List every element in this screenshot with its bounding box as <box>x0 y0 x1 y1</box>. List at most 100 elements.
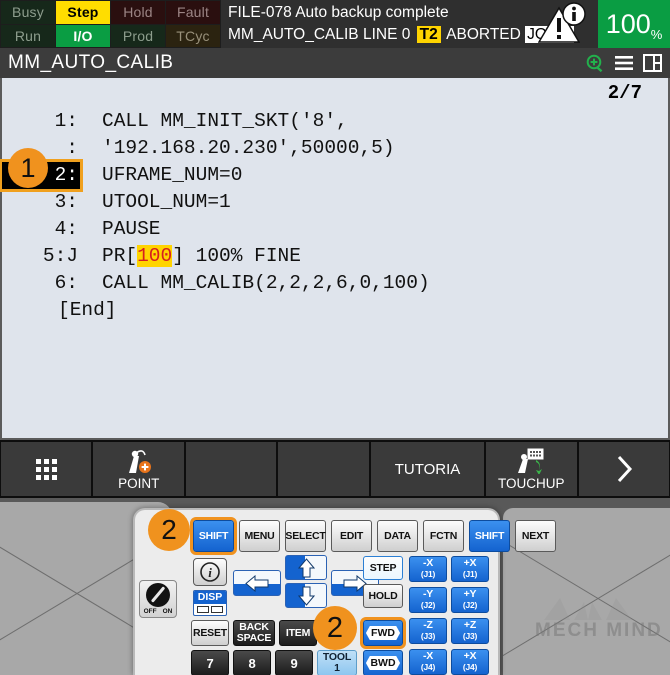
override-value: 100 <box>605 8 651 39</box>
jog-main-label: -X <box>422 557 434 569</box>
softkey-touchup[interactable]: TOUCHUP <box>486 442 577 496</box>
program-line-selected[interactable]: 2: UFRAME_NUM=0 <box>0 159 670 192</box>
softkey-point[interactable]: POINT <box>93 442 184 496</box>
key-edit[interactable]: EDIT <box>331 520 372 552</box>
key-jog-plus-x[interactable]: +X (J1) <box>451 556 489 582</box>
status-hold: Hold <box>111 1 165 24</box>
split-panel-icon[interactable] <box>643 54 662 72</box>
line-content: UFRAME_NUM=0 <box>102 164 243 186</box>
key-step[interactable]: STEP <box>363 556 403 580</box>
program-editor[interactable]: 2/7 1: CALL MM_INIT_SKT('8', : '192.168.… <box>0 78 670 440</box>
program-line[interactable]: 6: CALL MM_CALIB(2,2,2,6,0,100) <box>2 270 670 297</box>
program-line[interactable]: 3: UTOOL_NUM=1 <box>2 189 670 216</box>
status-io: I/O <box>56 24 110 47</box>
key-shift-left[interactable]: SHIFT <box>190 517 237 555</box>
message-program-line: MM_AUTO_CALIB LINE 0 <box>228 26 415 43</box>
message-aborted: ABORTED <box>442 26 526 43</box>
softkey-tutorial[interactable]: TUTORIA <box>370 442 485 496</box>
annotation-bubble-2-shift: 2 <box>148 509 190 551</box>
softkey-empty-1[interactable] <box>185 442 277 496</box>
key-jog-plus-y[interactable]: +Y (J2) <box>451 587 489 613</box>
key-backspace-label-2: SPACE <box>236 632 272 644</box>
line-number: 4: <box>54 218 78 240</box>
key-backspace[interactable]: BACK SPACE <box>233 620 275 646</box>
key-item[interactable]: ITEM <box>279 620 317 646</box>
jog-main-label: +X <box>463 557 477 569</box>
key-arrow-left[interactable] <box>233 570 281 596</box>
key-item-label: ITEM <box>285 626 311 639</box>
key-reset-label: RESET <box>192 626 227 639</box>
program-line[interactable]: 5:J PR[100] 100% FINE <box>2 243 670 270</box>
status-bar: Busy Step Hold Fault Run I/O Prod TCyc F… <box>0 0 670 48</box>
key-disp-label: DISP <box>194 591 226 604</box>
svg-text:i: i <box>208 565 212 580</box>
jog-main-label: -Z <box>423 619 433 631</box>
softkey-grid[interactable] <box>1 442 92 496</box>
jog-sub-label: (J4) <box>420 662 436 672</box>
key-arrow-up[interactable] <box>285 555 327 580</box>
key-disp[interactable]: DISP <box>193 590 227 616</box>
key-jog-plus-z[interactable]: +Z (J3) <box>451 618 489 644</box>
message-box[interactable]: FILE-078 Auto backup complete MM_AUTO_CA… <box>221 0 598 48</box>
program-line[interactable]: : '192.168.20.230',50000,5) <box>2 135 670 162</box>
jog-main-label: +Z <box>463 619 477 631</box>
key-hold[interactable]: HOLD <box>363 584 403 608</box>
jog-main-label: -X <box>422 650 434 662</box>
key-hold-label: HOLD <box>368 589 398 602</box>
position-register-value[interactable]: 100 <box>137 245 173 267</box>
deadman-knob[interactable]: OFF ON <box>139 580 177 618</box>
program-end-marker-row: [End] <box>2 297 670 324</box>
line-content: UTOOL_NUM=1 <box>102 191 231 213</box>
key-info[interactable]: i <box>193 558 227 586</box>
title-bar: MM_AUTO_CALIB <box>0 48 670 78</box>
key-jog-minus-x[interactable]: -X (J1) <box>409 556 447 582</box>
key-num-7[interactable]: 7 <box>191 650 229 675</box>
key-num-8[interactable]: 8 <box>233 650 271 675</box>
key-fctn-label: FCTN <box>429 529 458 542</box>
key-num-9[interactable]: 9 <box>275 650 313 675</box>
key-data[interactable]: DATA <box>377 520 418 552</box>
key-arrow-down[interactable] <box>285 583 327 608</box>
key-menu[interactable]: MENU <box>239 520 280 552</box>
key-jog-minus-y[interactable]: -Y (J2) <box>409 587 447 613</box>
program-code-list: 1: CALL MM_INIT_SKT('8', : '192.168.20.2… <box>0 108 670 324</box>
arrow-up-icon <box>297 557 315 577</box>
key-select[interactable]: SELECT <box>285 520 326 552</box>
softkey-empty-2[interactable] <box>278 442 369 496</box>
jog-sub-label: (J4) <box>462 662 478 672</box>
zoom-in-icon[interactable] <box>586 54 605 73</box>
info-circle-icon <box>562 2 586 26</box>
key-fwd[interactable]: FWD <box>360 617 406 649</box>
disp-split-icon <box>194 604 226 615</box>
softkey-tutorial-label: TUTORIA <box>394 460 461 478</box>
key-bwd-label: BWD <box>365 655 401 671</box>
key-jog-minus-z[interactable]: -Z (J3) <box>409 618 447 644</box>
key-shift-right-label: SHIFT <box>474 529 505 542</box>
chevron-right-icon <box>617 455 632 483</box>
softkey-next[interactable] <box>578 442 670 496</box>
key-jog-minus-x-j4[interactable]: -X (J4) <box>409 649 447 675</box>
watermark-logo <box>544 598 632 620</box>
speed-override-display[interactable]: 100 % <box>598 0 670 48</box>
app-root: MECH MIND Busy Step Hold Fault Run I/O P… <box>0 0 670 675</box>
knob-dial-icon <box>146 583 170 607</box>
key-bwd[interactable]: BWD <box>363 650 403 675</box>
line-number: 1: <box>54 110 78 132</box>
key-shift-right[interactable]: SHIFT <box>469 520 510 552</box>
key-reset[interactable]: RESET <box>191 620 229 646</box>
key-shift-left-label: SHIFT <box>198 529 229 542</box>
jog-main-label: -Y <box>422 588 434 600</box>
key-next[interactable]: NEXT <box>515 520 556 552</box>
jog-sub-label: (J3) <box>462 631 478 641</box>
key-tool-1[interactable]: TOOL 1 <box>317 650 357 675</box>
key-fctn[interactable]: FCTN <box>423 520 464 552</box>
key-num-7-label: 7 <box>206 655 214 671</box>
status-run: Run <box>1 24 55 47</box>
hamburger-menu-icon[interactable] <box>614 55 634 71</box>
key-jog-plus-x-j4[interactable]: +X (J4) <box>451 649 489 675</box>
page-title: MM_AUTO_CALIB <box>8 52 174 73</box>
program-line[interactable]: 4: PAUSE <box>2 216 670 243</box>
key-next-label: NEXT <box>521 529 550 542</box>
program-line[interactable]: 1: CALL MM_INIT_SKT('8', <box>2 108 670 135</box>
arrow-left-icon <box>245 574 269 592</box>
